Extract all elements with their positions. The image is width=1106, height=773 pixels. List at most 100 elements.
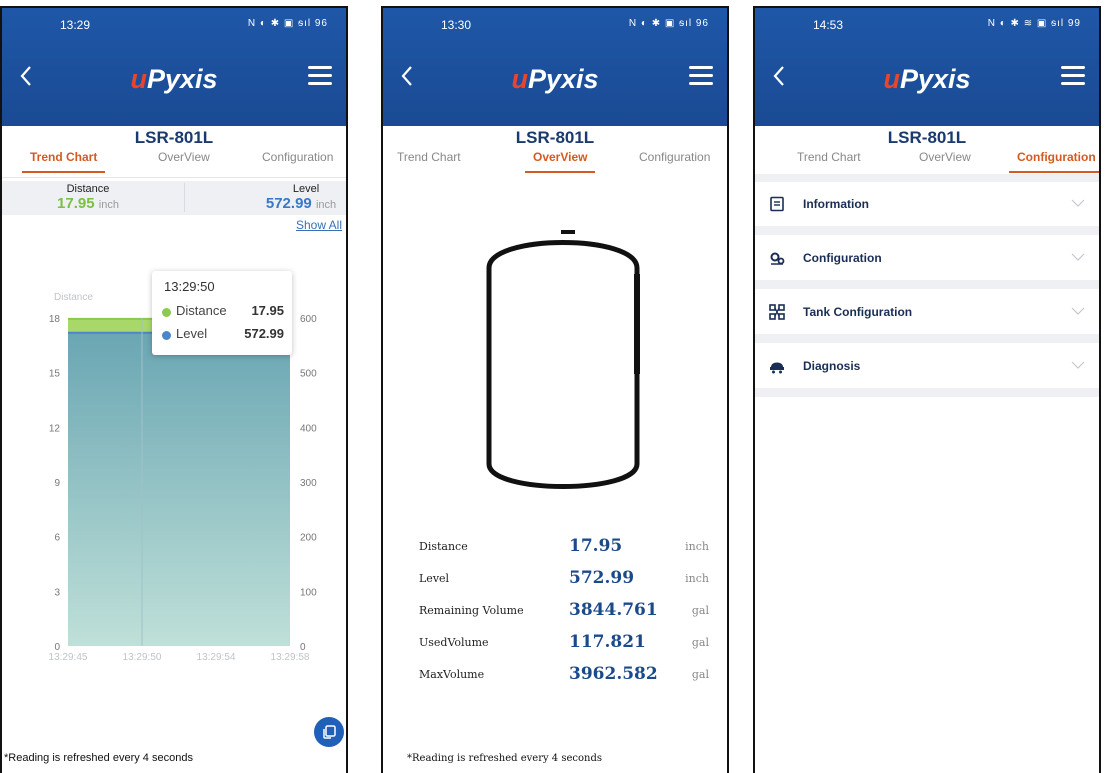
tooltip-row-distance: Distance 17.95 (160, 303, 284, 323)
left-axis-title: Distance (54, 292, 93, 303)
distance-dot-icon (162, 308, 171, 317)
overview-row-level: Level 572.99 inch (419, 564, 709, 592)
overview-unit: gal (691, 636, 709, 649)
gears-icon (770, 252, 785, 265)
overview-label: Level (419, 572, 450, 585)
x-axis-tick: 13:29:50 (123, 652, 162, 663)
overview-row-remaining-volume: Remaining Volume 3844.761 gal (419, 596, 709, 624)
chart-tooltip: 13:29:50 Distance 17.95 Level 572.99 (152, 271, 292, 355)
tab-bar: Trend Chart OverView Configuration (755, 147, 1099, 177)
left-axis-tick: 18 (49, 314, 61, 325)
overview-unit: gal (691, 604, 709, 617)
status-time: 13:29 (60, 18, 91, 32)
overview-value: 572.99 (569, 568, 635, 588)
app-header: 13:29 N ◐ ✱ ▣ ᵴıl 96 uPyxis (2, 8, 346, 126)
accordion-configuration[interactable]: Configuration (755, 236, 1099, 289)
overview-label: Distance (419, 540, 468, 553)
overview-row-distance: Distance 17.95 inch (419, 532, 709, 560)
tooltip-row-level: Level 572.99 (160, 326, 284, 346)
overview-label: UsedVolume (419, 636, 489, 649)
tooltip-level-name: Level (176, 326, 208, 341)
chevron-down-icon (1071, 199, 1085, 207)
status-time: 14:53 (813, 18, 844, 32)
device-model: LSR-801L (134, 128, 214, 147)
accordion-diagnosis[interactable]: Diagnosis (755, 344, 1099, 397)
overview-value: 3844.761 (569, 600, 658, 620)
right-axis-tick: 600 (300, 314, 317, 325)
level-label: Level (292, 183, 320, 195)
accordion-title: Information (803, 197, 869, 211)
accordion-tank-configuration[interactable]: Tank Configuration (755, 290, 1099, 343)
level-unit: inch (315, 199, 337, 211)
x-axis-tick: 13:29:58 (271, 652, 310, 663)
tab-trend-chart[interactable]: Trend Chart (797, 150, 861, 164)
overview-row-used-volume: UsedVolume 117.821 gal (419, 628, 709, 656)
right-axis-tick: 300 (300, 478, 317, 489)
tab-configuration[interactable]: Configuration (262, 150, 333, 164)
distance-reading: Distance 17.95 inch (2, 183, 174, 212)
tab-overview[interactable]: OverView (524, 150, 597, 173)
hamburger-menu-button[interactable] (689, 66, 713, 86)
reading-bar: Distance 17.95 inch Level 572.99 inch (2, 181, 346, 215)
phone-screen-overview: 13:30 N ◐ ✱ ▣ ᵴıl 96 uPyxis LSR-801L Tre… (381, 6, 729, 773)
overview-unit: inch (685, 572, 709, 585)
tab-configuration[interactable]: Configuration (1009, 150, 1099, 173)
copy-icon (323, 725, 336, 739)
status-icons: N ◐ ✱ ≋ ▣ ᵴıl 99 (987, 18, 1081, 29)
tab-bar: Trend Chart OverView Configuration (2, 147, 346, 178)
accordion-title: Tank Configuration (803, 305, 913, 319)
accordion-title: Configuration (803, 251, 882, 265)
copy-fab-button[interactable] (314, 717, 344, 747)
right-axis-tick: 400 (300, 423, 317, 434)
tab-trend-chart[interactable]: Trend Chart (397, 150, 461, 164)
show-all-link[interactable]: Show All (296, 218, 342, 232)
app-logo: uPyxis (883, 64, 971, 94)
app-header: 14:53 N ◐ ✱ ≋ ▣ ᵴıl 99 uPyxis (755, 8, 1099, 126)
left-axis-tick: 3 (54, 587, 60, 598)
tab-trend-chart[interactable]: Trend Chart (21, 150, 106, 173)
tooltip-time: 13:29:50 (164, 279, 215, 294)
level-reading: Level 572.99 inch (184, 183, 346, 212)
x-axis-tick: 13:29:54 (197, 652, 236, 663)
right-axis-tick: 100 (300, 587, 317, 598)
refresh-note: *Reading is refreshed every 4 seconds (407, 753, 602, 764)
overview-unit: inch (685, 540, 709, 553)
document-icon (770, 196, 784, 212)
overview-value: 3962.582 (569, 664, 658, 684)
chevron-down-icon (1071, 307, 1085, 315)
accordion-title: Diagnosis (803, 359, 861, 373)
distance-unit: inch (98, 199, 119, 211)
chevron-down-icon (1071, 361, 1085, 369)
left-axis-tick: 6 (54, 533, 60, 544)
distance-value: 17.95 (57, 195, 95, 212)
overview-label: Remaining Volume (419, 604, 524, 617)
phone-screen-configuration: 14:53 N ◐ ✱ ≋ ▣ ᵴıl 99 uPyxis LSR-801L T… (753, 6, 1101, 773)
overview-unit: gal (691, 668, 709, 681)
level-area (68, 332, 290, 646)
hamburger-menu-button[interactable] (308, 66, 332, 86)
tab-bar: Trend Chart OverView Configuration (383, 147, 727, 177)
right-axis-tick: 500 (300, 369, 317, 380)
chevron-down-icon (1071, 253, 1085, 261)
accordion-information[interactable]: Information (755, 182, 1099, 235)
x-axis-tick: 13:29:45 (49, 652, 88, 663)
tab-overview[interactable]: OverView (919, 150, 971, 164)
device-model: LSR-801L (887, 128, 967, 147)
app-header: 13:30 N ◐ ✱ ▣ ᵴıl 96 uPyxis (383, 8, 727, 126)
device-model: LSR-801L (515, 128, 595, 147)
hamburger-menu-button[interactable] (1061, 66, 1085, 86)
left-axis-tick: 12 (49, 423, 61, 434)
tab-overview[interactable]: OverView (158, 150, 210, 164)
diagnosis-icon (770, 362, 784, 374)
tooltip-distance-name: Distance (176, 303, 227, 318)
overview-label: MaxVolume (419, 668, 485, 681)
overview-row-max-volume: MaxVolume 3962.582 gal (419, 660, 709, 688)
app-logo: uPyxis (511, 64, 599, 94)
overview-value: 17.95 (569, 536, 623, 556)
status-time: 13:30 (441, 18, 472, 32)
app-logo: uPyxis (130, 64, 218, 94)
phone-screen-trend: 13:29 N ◐ ✱ ▣ ᵴıl 96 uPyxis LSR-801L Tre… (0, 6, 348, 773)
level-dot-icon (162, 331, 171, 340)
tooltip-distance-value: 17.95 (251, 303, 284, 318)
tab-configuration[interactable]: Configuration (639, 150, 710, 164)
